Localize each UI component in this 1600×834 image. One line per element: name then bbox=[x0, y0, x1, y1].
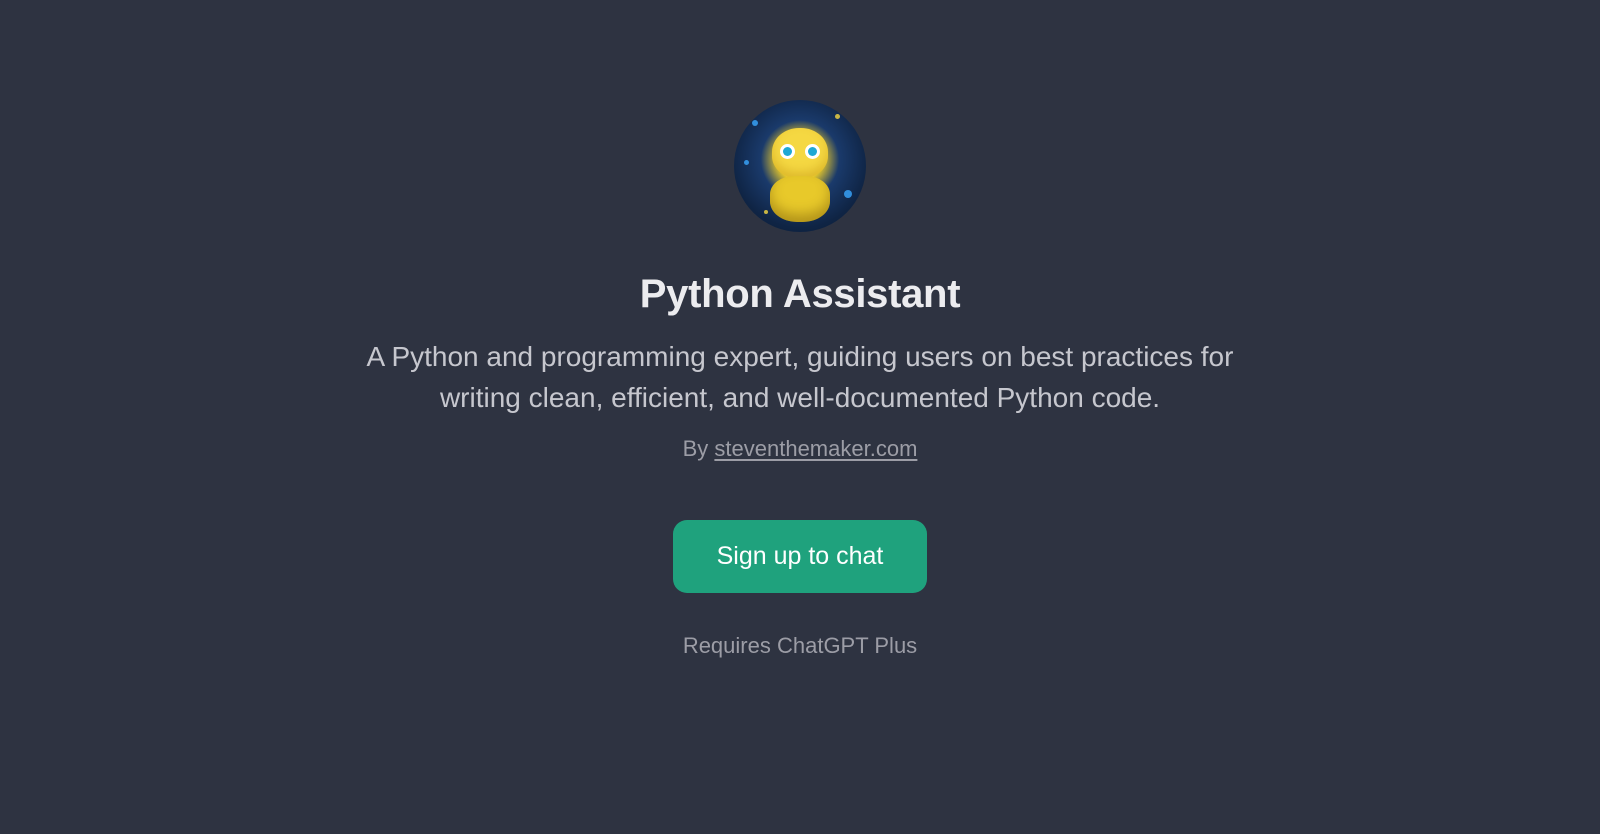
requires-note: Requires ChatGPT Plus bbox=[683, 633, 917, 659]
author-link[interactable]: steventhemaker.com bbox=[714, 436, 917, 461]
assistant-description: A Python and programming expert, guiding… bbox=[360, 337, 1240, 418]
sign-up-button[interactable]: Sign up to chat bbox=[673, 520, 928, 593]
assistant-avatar bbox=[734, 100, 866, 232]
assistant-title: Python Assistant bbox=[640, 272, 960, 317]
author-line: By steventhemaker.com bbox=[683, 436, 918, 462]
author-prefix: By bbox=[683, 436, 715, 461]
